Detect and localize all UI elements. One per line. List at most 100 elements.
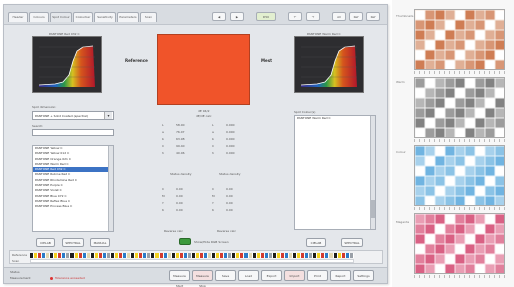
thumbnail-collage [415,146,504,205]
thumbnail-tile [435,214,445,224]
cielab-button-left[interactable]: CIELAB [36,238,55,247]
thumbnail-tile [485,40,495,50]
thumbnail-tile [425,108,435,118]
cielab-button-right[interactable]: CIELAB [306,238,326,247]
list-item[interactable]: PANTONE Warm Red C [295,116,375,121]
arrow-right-button[interactable]: ▶ [230,12,244,21]
thumbnail-tile [415,166,425,176]
thumbnail-tile [465,60,475,69]
thumbnail-tile [495,264,504,273]
thumbnail-tile [455,166,465,176]
thumbnail-tile [465,30,475,40]
tab-parameters[interactable]: Parameters [117,12,139,22]
bottom-button-2[interactable]: Save [215,270,236,281]
arrow-left-button[interactable]: ◀ [212,12,226,21]
thumbnail-tile [415,30,425,40]
bottom-button-5[interactable]: Import [284,270,305,281]
thumbnail-tile [485,128,495,137]
thumbnail-tile [485,118,495,128]
bottom-button-4[interactable]: Export [261,270,282,281]
thumbnail-tile [485,214,495,224]
search-input[interactable] [32,129,114,136]
thumbnail-tile [435,264,445,273]
thumbnail-tile [415,146,425,156]
undo-button[interactable]: ↶ [288,12,302,21]
illuminant-button[interactable]: D50 [256,12,276,21]
thumbnail-tile [485,20,495,30]
thumbnail-tile [435,10,445,20]
thumbnail-tile [475,224,485,234]
redo-button[interactable]: ↷ [306,12,320,21]
thumbnail-tile [425,156,435,166]
thumbnail-tile [435,118,445,128]
thumbnail-tile [495,254,504,264]
thumbnail-tile [475,254,485,264]
bottom-button-1[interactable]: Measure Stop [192,270,213,287]
selected-spot-list: PANTONE Warm Red C [294,115,376,230]
bottom-button-8[interactable]: Settings [353,270,374,281]
thumbnail-tile [495,234,504,244]
tab-scan[interactable]: Scan [140,12,157,22]
bottom-button-0[interactable]: Measure Start [169,270,190,287]
thumbnail-tile [415,244,425,254]
table-cell: 99.40 [176,144,185,148]
colorbar-reference-label: Reference [12,253,28,257]
table-cell: 0.00 [226,194,233,198]
thumbnail-tile [445,264,455,273]
right-list-label: Spot Colour(s) [294,110,316,114]
list-scrollbar[interactable] [108,146,113,231]
ref-button-1[interactable]: Ref [349,12,363,21]
tab-spot-colour[interactable]: Spot Colour [50,12,72,22]
right-list-scrollbar[interactable] [370,116,375,229]
bottom-button-3[interactable]: Load [238,270,259,281]
spot-library-dropdown[interactable]: PANTONE + Solid Coated (spectral) ▾ [32,111,114,120]
thumbnail-tile [485,156,495,166]
thumbnail-tile [435,30,445,40]
thumbnail-tile [445,214,455,224]
bottom-button-6[interactable]: Print [307,270,328,281]
table-cell: 0.00 [226,201,233,205]
bottom-button-7[interactable]: Report [330,270,351,281]
table-cell: 0.000 [226,130,235,134]
thumbnail-image[interactable] [414,77,505,138]
table-cell: 0.000 [226,151,235,155]
sidebar-label-magenta: Magenta [396,220,410,224]
spectral-button-right[interactable]: SPECTRAL [341,238,363,247]
thumbnail-tile [455,264,465,273]
left-spectrum-chart [32,36,102,93]
thumbnail-tile [425,166,435,176]
manual-button[interactable]: MANUAL [90,238,110,247]
thumbnail-image[interactable] [414,9,505,70]
thumbnail-tile [475,186,485,196]
thumbnail-tile [445,186,455,196]
scrollbar-thumb[interactable] [371,200,375,218]
thumbnail-image[interactable] [414,213,505,274]
spectral-button-left[interactable]: SPECTRAL [62,238,84,247]
thumbnail-tile [495,146,504,156]
thumbnail-tile [475,88,485,98]
list-item[interactable]: PANTONE Process Blue C [33,204,113,209]
thumbnail-image[interactable] [414,145,505,206]
thumbnail-tile [465,108,475,118]
tab-colours[interactable]: Colours [29,12,49,22]
all-button[interactable]: All [332,12,346,21]
tab-sensitivity[interactable]: Sensitivity [94,12,116,22]
tab-header[interactable]: Header [8,12,28,22]
thumbnail-tile [425,196,435,205]
right-spectrum-chart [294,36,364,93]
chevron-down-icon: ▾ [104,112,112,119]
thumbnail-tile [445,88,455,98]
thumbnail-tile [425,264,435,273]
thumbnail-tile [495,88,504,98]
lab-values-table: L 58.00 L 0.000 a 76.07 a 0.000 b 63.98 b 0.000 C 99.… [162,123,252,163]
tab-colourbar[interactable]: Colourbar [73,12,93,22]
thumbnail-collage [415,78,504,137]
thumbnail-tile [415,214,425,224]
dropdown-value: PANTONE + Solid Coated (spectral) [35,114,88,118]
thumbnail-tile [415,10,425,20]
thumbnail-tile [425,50,435,60]
table-cell: M [162,194,165,198]
rgb-screen-toggle[interactable] [179,238,191,245]
ref-button-2[interactable]: Ref [366,12,380,21]
thumbnail-tile [475,20,485,30]
